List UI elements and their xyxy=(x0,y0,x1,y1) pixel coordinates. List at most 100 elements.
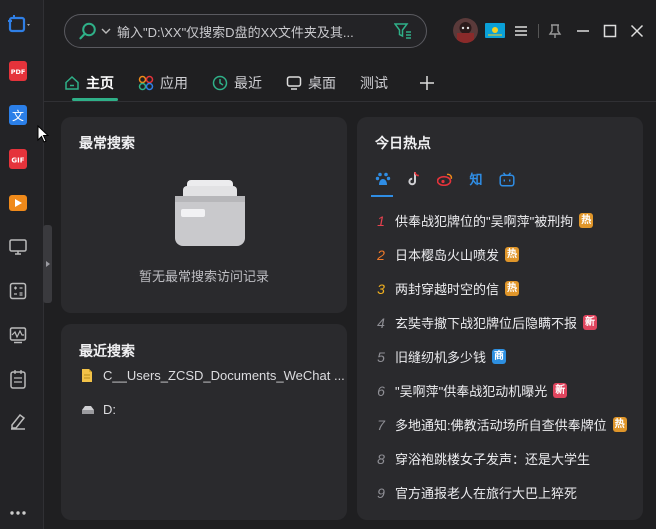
hot-badge: 热 xyxy=(505,281,520,296)
tab-apps[interactable]: 应用 xyxy=(138,70,188,96)
monitor-tool-icon[interactable] xyxy=(7,236,29,258)
hot-rank: 3 xyxy=(377,280,385,297)
hot-item[interactable]: 8 穿浴袍跳楼女子发声：还是大学生 xyxy=(375,449,590,468)
screenshot-icon[interactable] xyxy=(8,14,30,36)
hot-badge: 商 xyxy=(492,349,507,364)
baidu-icon[interactable] xyxy=(375,171,391,187)
calculator-icon[interactable] xyxy=(7,280,29,302)
divider xyxy=(538,24,539,38)
bilibili-icon[interactable] xyxy=(499,171,515,187)
hot-text: 玄奘寺撤下战犯牌位后隐瞒不报 xyxy=(395,316,578,331)
active-source-indicator xyxy=(371,195,393,197)
main-tabs: 主页 应用 最近 桌面 测试 xyxy=(64,70,458,102)
hot-text: 两封穿越时空的信 xyxy=(395,282,500,297)
hot-rank: 6 xyxy=(377,382,385,399)
zhihu-icon[interactable]: 知 xyxy=(468,171,484,187)
mouse-cursor-icon xyxy=(37,124,50,148)
hot-badge: 热 xyxy=(612,417,627,432)
tab-label: 主页 xyxy=(86,75,114,91)
more-icon[interactable] xyxy=(7,502,29,524)
weibo-icon[interactable] xyxy=(437,171,453,187)
sidebar-collapse-handle[interactable] xyxy=(43,225,52,303)
empty-box-icon xyxy=(171,178,249,253)
svg-text:PDF: PDF xyxy=(11,68,26,76)
hot-item[interactable]: 2 日本樱岛火山喷发 热 xyxy=(375,245,520,264)
tab-home[interactable]: 主页 xyxy=(64,70,118,101)
hot-item[interactable]: 7 多地通知:佛教活动场所自查供奉牌位 热 xyxy=(375,415,627,434)
empty-state-text: 暂无最常搜索访问记录 xyxy=(138,269,269,284)
card-title: 最常搜索 xyxy=(79,135,135,151)
user-avatar[interactable] xyxy=(453,18,478,43)
hot-source-tabs: 知 xyxy=(375,171,530,187)
tab-label: 桌面 xyxy=(308,75,336,91)
pin-icon[interactable] xyxy=(546,22,564,40)
search-icon[interactable] xyxy=(79,22,97,40)
hot-badge: 热 xyxy=(505,247,520,262)
pdf-icon[interactable]: PDF xyxy=(7,60,29,82)
waveform-icon[interactable] xyxy=(7,324,29,346)
hot-item[interactable]: 1 供奉战犯牌位的"吴啊萍"被刑拘 热 xyxy=(375,211,594,230)
hot-item[interactable]: 4 玄奘寺撤下战犯牌位后隐瞒不报 新 xyxy=(375,313,598,332)
hot-text: 旧缝纫机多少钱 xyxy=(395,350,487,365)
hot-badge: 热 xyxy=(579,213,594,228)
tab-recent[interactable]: 最近 xyxy=(212,70,262,96)
hot-topics-card: 今日热点 知 1 供奉战犯牌位的"吴啊萍"被刑拘 热 2 日本樱岛火山喷发 热 … xyxy=(357,117,643,520)
search-scope-chevron-down-icon[interactable] xyxy=(101,28,111,35)
skin-theme-icon[interactable] xyxy=(485,23,505,38)
home-icon xyxy=(64,75,80,91)
hot-text: 供奉战犯牌位的"吴啊萍"被刑拘 xyxy=(395,214,574,229)
search-input[interactable]: 输入"D:\XX"仅搜索D盘的XX文件夹及其... xyxy=(117,22,381,41)
svg-text:GIF: GIF xyxy=(11,157,24,165)
hot-rank: 8 xyxy=(377,450,385,467)
clock-icon xyxy=(212,75,228,91)
hot-rank: 2 xyxy=(377,246,385,263)
tab-desktop[interactable]: 桌面 xyxy=(286,70,336,96)
recent-item-label: D: xyxy=(103,402,116,417)
hot-text: 官方通报老人在旅行大巴上猝死 xyxy=(395,486,578,501)
hot-text: 多地通知:佛教活动场所自查供奉牌位 xyxy=(395,418,607,433)
hot-rank: 1 xyxy=(377,212,385,229)
hot-item[interactable]: 5 旧缝纫机多少钱 商 xyxy=(375,347,507,366)
douyin-icon[interactable] xyxy=(406,171,422,187)
file-icon xyxy=(81,368,95,383)
menu-icon[interactable] xyxy=(512,22,530,40)
hot-item[interactable]: 9 官方通报老人在旅行大巴上猝死 xyxy=(375,483,577,502)
filter-icon[interactable] xyxy=(394,23,412,39)
tool-sidebar: PDF 文 GIF xyxy=(0,0,44,529)
hot-text: 穿浴袍跳楼女子发声：还是大学生 xyxy=(395,452,591,467)
hot-badge: 新 xyxy=(553,383,568,398)
hot-rank: 5 xyxy=(377,348,385,365)
hot-text: "吴啊萍"供奉战犯动机曝光 xyxy=(395,384,548,399)
search-bar[interactable]: 输入"D:\XX"仅搜索D盘的XX文件夹及其... xyxy=(64,14,427,48)
tab-label: 测试 xyxy=(360,75,388,91)
hot-rank: 7 xyxy=(377,416,385,433)
video-record-icon[interactable] xyxy=(7,192,29,214)
gif-icon[interactable]: GIF xyxy=(7,148,29,170)
maximize-icon[interactable] xyxy=(601,22,619,40)
svg-text:知: 知 xyxy=(469,172,482,187)
monitor-icon xyxy=(286,75,302,91)
card-title: 最近搜索 xyxy=(79,343,135,359)
apps-icon xyxy=(138,75,154,91)
plus-icon xyxy=(420,76,434,90)
notes-icon[interactable] xyxy=(7,368,29,390)
card-title: 今日热点 xyxy=(375,135,431,151)
hot-item[interactable]: 6 "吴啊萍"供奉战犯动机曝光 新 xyxy=(375,381,568,400)
drive-icon xyxy=(81,405,95,415)
tab-label: 应用 xyxy=(160,75,188,91)
eraser-icon[interactable] xyxy=(7,410,29,432)
minimize-icon[interactable] xyxy=(574,22,592,40)
translate-icon[interactable]: 文 xyxy=(7,104,29,126)
hot-rank: 4 xyxy=(377,314,385,331)
hot-text: 日本樱岛火山喷发 xyxy=(395,248,500,263)
tabs-divider xyxy=(44,101,656,102)
recent-item[interactable]: D: xyxy=(81,402,116,417)
tab-label: 最近 xyxy=(234,75,262,91)
add-tab-button[interactable] xyxy=(420,70,434,96)
close-icon[interactable] xyxy=(628,22,646,40)
recent-item-label: C__Users_ZCSD_Documents_WeChat ... xyxy=(103,368,345,383)
hot-badge: 新 xyxy=(583,315,598,330)
hot-item[interactable]: 3 两封穿越时空的信 热 xyxy=(375,279,520,298)
tab-test[interactable]: 测试 xyxy=(360,70,388,96)
recent-item[interactable]: C__Users_ZCSD_Documents_WeChat ... xyxy=(81,368,345,383)
